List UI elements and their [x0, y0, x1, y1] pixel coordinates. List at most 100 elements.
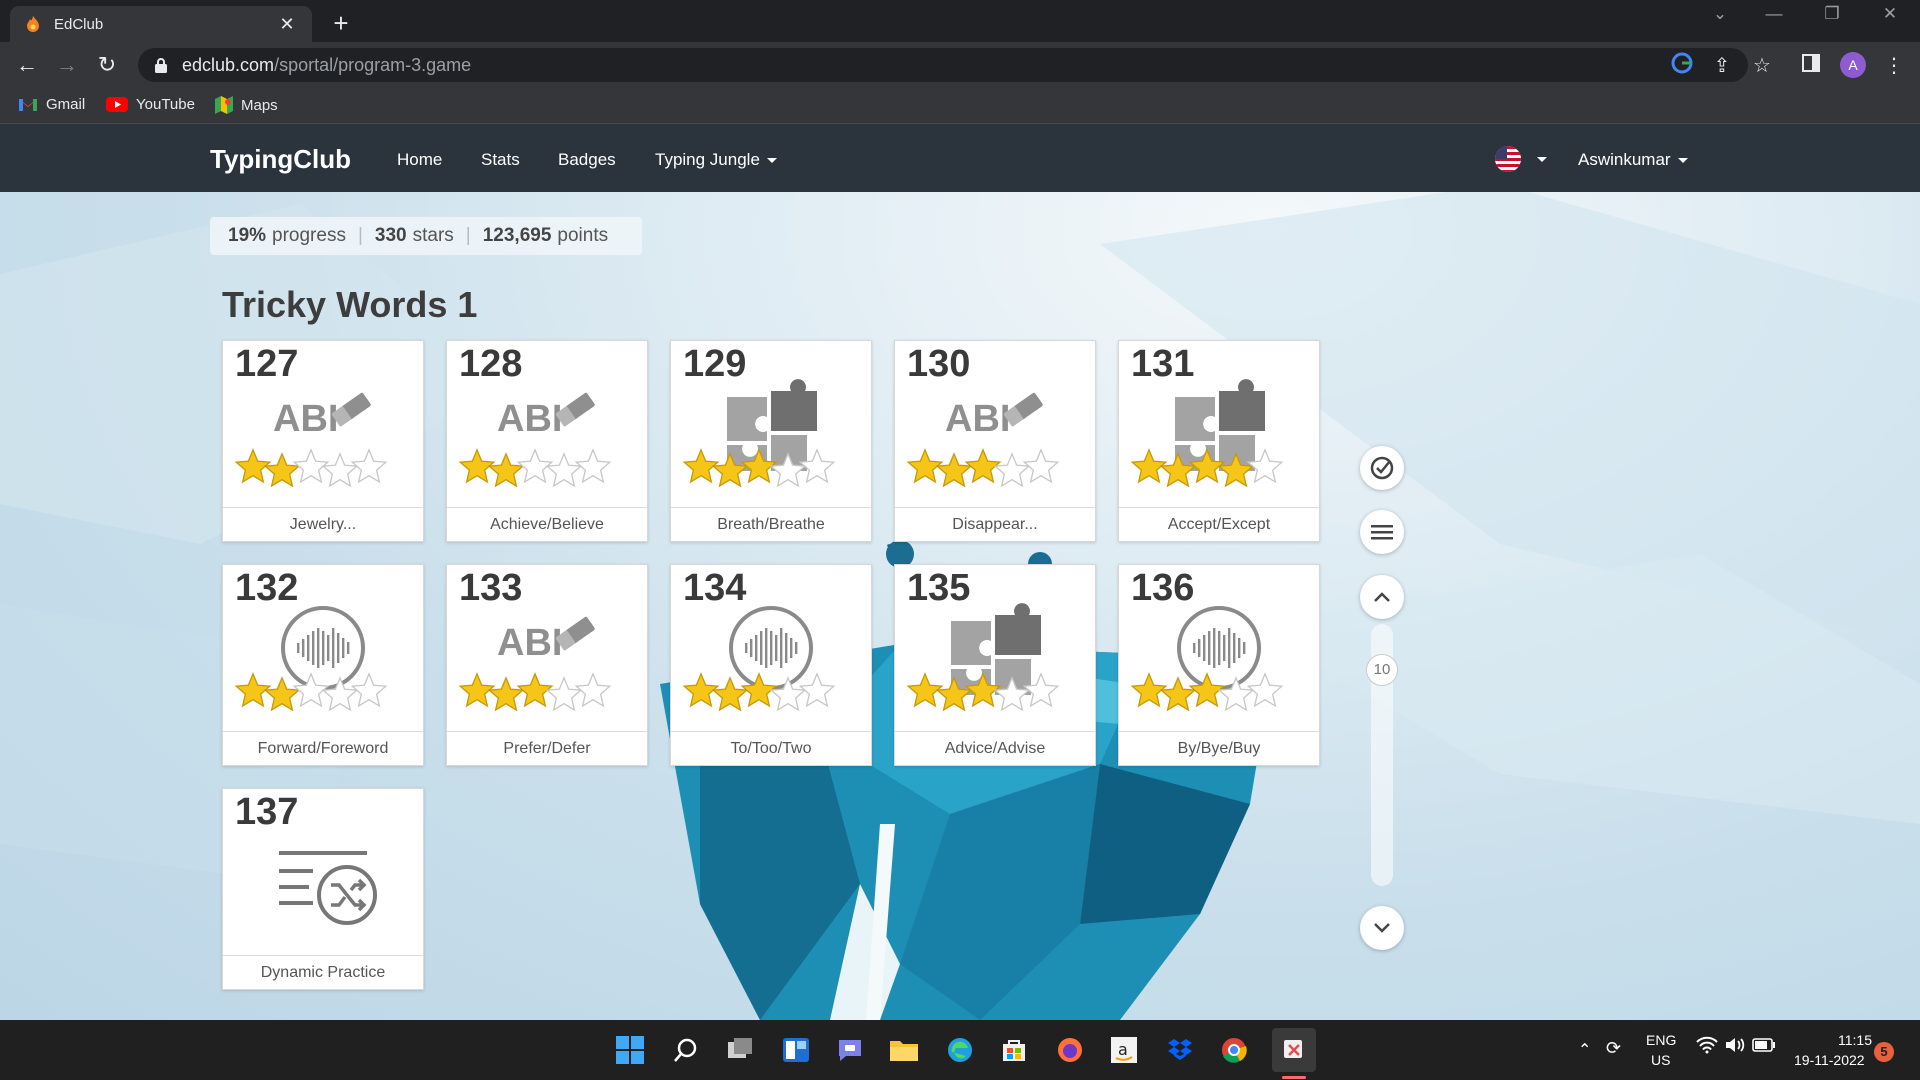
lesson-card[interactable]: 131 Accept/Except	[1118, 340, 1320, 542]
forward-arrow-icon[interactable]: →	[52, 50, 82, 80]
scroll-up-button[interactable]	[1360, 575, 1404, 619]
empty-star-icon	[545, 676, 583, 712]
lesson-title: Breath/Breathe	[671, 507, 871, 541]
lesson-title: Prefer/Defer	[447, 731, 647, 765]
bookmark-maps[interactable]: Maps	[215, 96, 278, 114]
lesson-card[interactable]: 134 To/Too/Two	[670, 564, 872, 766]
minimize-icon[interactable]: —	[1754, 4, 1794, 24]
user-name: Aswinkumar	[1578, 150, 1671, 169]
lesson-number: 128	[459, 343, 523, 385]
new-tab-icon[interactable]: +	[326, 8, 356, 39]
lesson-card[interactable]: ABI 127 Jewelry...	[222, 340, 424, 542]
bookmark-gmail[interactable]: Gmail	[18, 96, 85, 113]
us-flag-icon[interactable]	[1495, 146, 1521, 172]
address-bar[interactable]: edclub.com/sportal/program-3.game	[138, 48, 1748, 82]
lesson-card[interactable]: ABI 128 Achieve/Believe	[446, 340, 648, 542]
profile-avatar[interactable]: A	[1840, 52, 1866, 78]
lesson-number: 129	[683, 343, 747, 385]
sync-icon[interactable]: ⟳	[1606, 1038, 1621, 1059]
star-rating	[907, 448, 1060, 488]
empty-star-icon	[769, 676, 807, 712]
edge-icon[interactable]	[942, 1032, 978, 1068]
bookmark-youtube[interactable]: YouTube	[106, 96, 195, 113]
back-arrow-icon[interactable]: ←	[12, 50, 42, 80]
divider: |	[357, 225, 363, 246]
notification-badge[interactable]: 5	[1874, 1042, 1894, 1062]
chrome-menu-icon[interactable]: ⋮	[1880, 52, 1908, 80]
tab-search-icon[interactable]: ⌄	[1700, 4, 1740, 24]
empty-star-icon	[798, 448, 836, 484]
chevron-down-icon	[1374, 923, 1390, 933]
close-window-icon[interactable]: ✕	[1870, 4, 1910, 24]
wifi-icon[interactable]	[1696, 1036, 1718, 1059]
menu-button[interactable]	[1360, 510, 1404, 554]
lesson-card[interactable]: 135 Advice/Advise	[894, 564, 1096, 766]
windows-taskbar: a ⌃ ⟳ ENG US 11:15 19-11-2022 5	[0, 1020, 1920, 1080]
firefox-icon[interactable]	[1052, 1032, 1088, 1068]
lesson-card[interactable]: ABI 133 Prefer/Defer	[446, 564, 648, 766]
star-rating	[235, 672, 388, 712]
nav-home[interactable]: Home	[397, 150, 442, 170]
svg-text:ABI: ABI	[945, 398, 1010, 440]
amazon-icon[interactable]: a	[1106, 1032, 1142, 1068]
language-indicator[interactable]: ENG	[1646, 1032, 1676, 1048]
level-indicator[interactable]: 10	[1366, 654, 1398, 686]
battery-icon[interactable]	[1752, 1038, 1776, 1055]
lesson-card[interactable]: 129 Breath/Breathe	[670, 340, 872, 542]
stars-label: stars	[412, 225, 454, 246]
task-view-icon[interactable]	[722, 1032, 758, 1068]
search-icon[interactable]	[668, 1032, 704, 1068]
nav-badges[interactable]: Badges	[558, 150, 616, 170]
star-rating	[459, 672, 612, 712]
tab-close-icon[interactable]: ✕	[276, 14, 298, 35]
show-hidden-icons-icon[interactable]: ⌃	[1578, 1040, 1591, 1060]
file-explorer-icon[interactable]	[886, 1032, 922, 1068]
clock-time[interactable]: 11:15	[1838, 1032, 1872, 1048]
browser-tab[interactable]: EdClub ✕	[10, 6, 312, 42]
chrome-icon[interactable]	[1216, 1032, 1252, 1068]
lesson-number: 127	[235, 343, 299, 385]
browser-toolbar: ← → ↻ edclub.com/sportal/program-3.game …	[0, 42, 1920, 88]
star-rating	[459, 448, 612, 488]
bookmark-star-icon[interactable]: ☆	[1748, 52, 1776, 80]
lock-icon	[155, 58, 167, 73]
restore-icon[interactable]: ❐	[1812, 4, 1852, 24]
share-icon[interactable]: ⇪	[1708, 52, 1736, 80]
progress-label: progress	[272, 225, 346, 246]
empty-star-icon	[545, 452, 583, 488]
check-circle-icon	[1370, 456, 1394, 480]
lesson-number: 136	[1131, 567, 1195, 609]
svg-text:ABI: ABI	[497, 398, 562, 440]
check-circle-button[interactable]	[1360, 446, 1404, 490]
lesson-card[interactable]: ABI 130 Disappear...	[894, 340, 1096, 542]
filled-star-icon	[263, 452, 301, 488]
widgets-icon[interactable]	[778, 1032, 814, 1068]
filled-star-icon	[935, 452, 973, 488]
nav-stats[interactable]: Stats	[481, 150, 520, 170]
side-panel-icon[interactable]	[1797, 52, 1825, 80]
reload-icon[interactable]: ↻	[92, 50, 122, 80]
lesson-card[interactable]: 137 Dynamic Practice	[222, 788, 424, 990]
nav-typing-jungle[interactable]: Typing Jungle	[655, 150, 777, 170]
lesson-card[interactable]: 132 Forward/Foreword	[222, 564, 424, 766]
teams-chat-icon[interactable]	[832, 1032, 868, 1068]
hamburger-icon	[1371, 525, 1393, 540]
typingclub-logo[interactable]: TypingClub	[210, 144, 351, 175]
scroll-down-button[interactable]	[1360, 906, 1404, 950]
browser-tab-bar: EdClub ✕ + ⌄ — ❐ ✕	[0, 0, 1920, 42]
windows-start-icon[interactable]	[612, 1032, 648, 1068]
user-menu[interactable]: Aswinkumar	[1578, 150, 1688, 170]
google-lens-icon[interactable]	[1668, 52, 1696, 80]
edclub-favicon-icon	[27, 16, 39, 32]
language-chevron-icon[interactable]	[1537, 157, 1547, 162]
snipping-tool-icon[interactable]	[1272, 1028, 1316, 1072]
points-value: 123,695	[482, 225, 552, 246]
empty-star-icon	[769, 452, 807, 488]
points-label: points	[557, 225, 609, 246]
lesson-card[interactable]: 136 By/Bye/Buy	[1118, 564, 1320, 766]
volume-icon[interactable]	[1724, 1036, 1746, 1057]
microsoft-store-icon[interactable]	[996, 1032, 1032, 1068]
empty-star-icon	[1022, 672, 1060, 708]
clock-date[interactable]: 19-11-2022	[1794, 1052, 1865, 1068]
dropbox-icon[interactable]	[1162, 1032, 1198, 1068]
